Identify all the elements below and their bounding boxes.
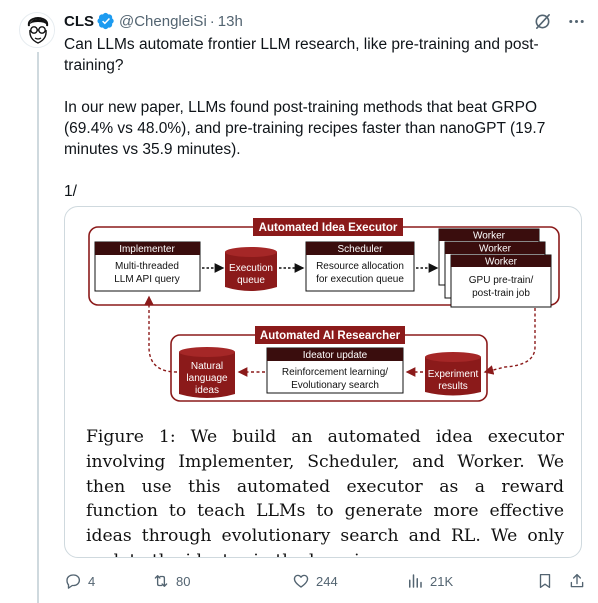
verified-badge-icon [97,12,115,30]
scheduler-line: for execution queue [316,274,404,285]
architecture-diagram: Automated Idea Executor Implementer Mult… [88,218,560,402]
queue-label: queue [237,275,265,286]
executor-title: Automated Idea Executor [259,222,398,234]
views-chart-icon [409,574,422,588]
views-count: 21K [430,573,454,589]
separator-dot: · [209,12,215,30]
arrow-ideas-to-implementer [144,295,178,373]
tweet-body: Can LLMs automate frontier LLM research,… [64,34,584,202]
bookmark-button[interactable] [536,572,554,590]
researcher-title: Automated AI Researcher [260,330,401,342]
tweet-time[interactable]: 13h [218,13,243,30]
share-button[interactable] [568,572,586,590]
views-button[interactable]: 21K [406,572,536,590]
tweet-paragraph: Can LLMs automate frontier LLM research,… [64,36,539,74]
tweet-actions-bar: 4 80 244 21K [64,568,586,594]
arrow-worker-to-results [483,308,536,375]
results-cylinder-top [425,352,481,362]
queue-label: Execution [229,263,273,274]
implementer-line: LLM API query [114,274,180,285]
scheduler-title: Scheduler [337,244,383,255]
ideator-title: Ideator update [303,350,368,361]
tweet-header: CLS @ChengleiSi · 13h [64,10,586,32]
more-options-icon[interactable] [566,11,586,31]
worker-title: Worker [485,257,518,268]
like-button[interactable]: 244 [292,572,406,590]
results-label: Experiment [428,369,479,380]
heart-icon [293,574,309,588]
author-handle[interactable]: @ChengleiSi [119,13,207,30]
worker-title: Worker [473,231,506,242]
tweet-paragraph: In our new paper, LLMs found post-traini… [64,99,546,158]
results-label: results [438,381,467,392]
implementer-line: Multi-threaded [115,261,179,272]
ideas-cylinder-top [179,347,235,357]
repost-button[interactable]: 80 [152,572,292,590]
ideator-line: Evolutionary search [291,380,379,391]
ideas-label: Natural [191,361,223,372]
like-count: 244 [316,573,338,589]
reply-count: 4 [88,573,96,589]
reply-button[interactable]: 4 [64,572,152,590]
thread-line [37,52,39,603]
worker-line: GPU pre-train/ [469,275,534,286]
repost-count: 80 [176,573,191,589]
ideator-line: Reinforcement learning/ [282,367,388,378]
worker-title: Worker [479,244,512,255]
repost-icon [154,575,168,587]
tweet-media-figure[interactable]: Automated Idea Executor Implementer Mult… [64,206,582,558]
worker-line: post-train job [472,288,530,299]
ideas-label: ideas [195,385,219,396]
queue-cylinder-top [225,247,277,257]
author-name[interactable]: CLS [64,13,94,30]
grok-icon[interactable] [532,11,552,31]
figure-caption: Figure 1: We build an automated idea exe… [86,427,564,557]
bookmark-icon [539,573,551,589]
reply-icon [66,574,81,589]
implementer-title: Implementer [119,244,175,255]
ideas-label: language [186,373,228,384]
share-icon [570,573,584,588]
tweet-paragraph: 1/ [64,183,77,200]
scheduler-line: Resource allocation [316,261,404,272]
avatar[interactable] [19,12,55,48]
